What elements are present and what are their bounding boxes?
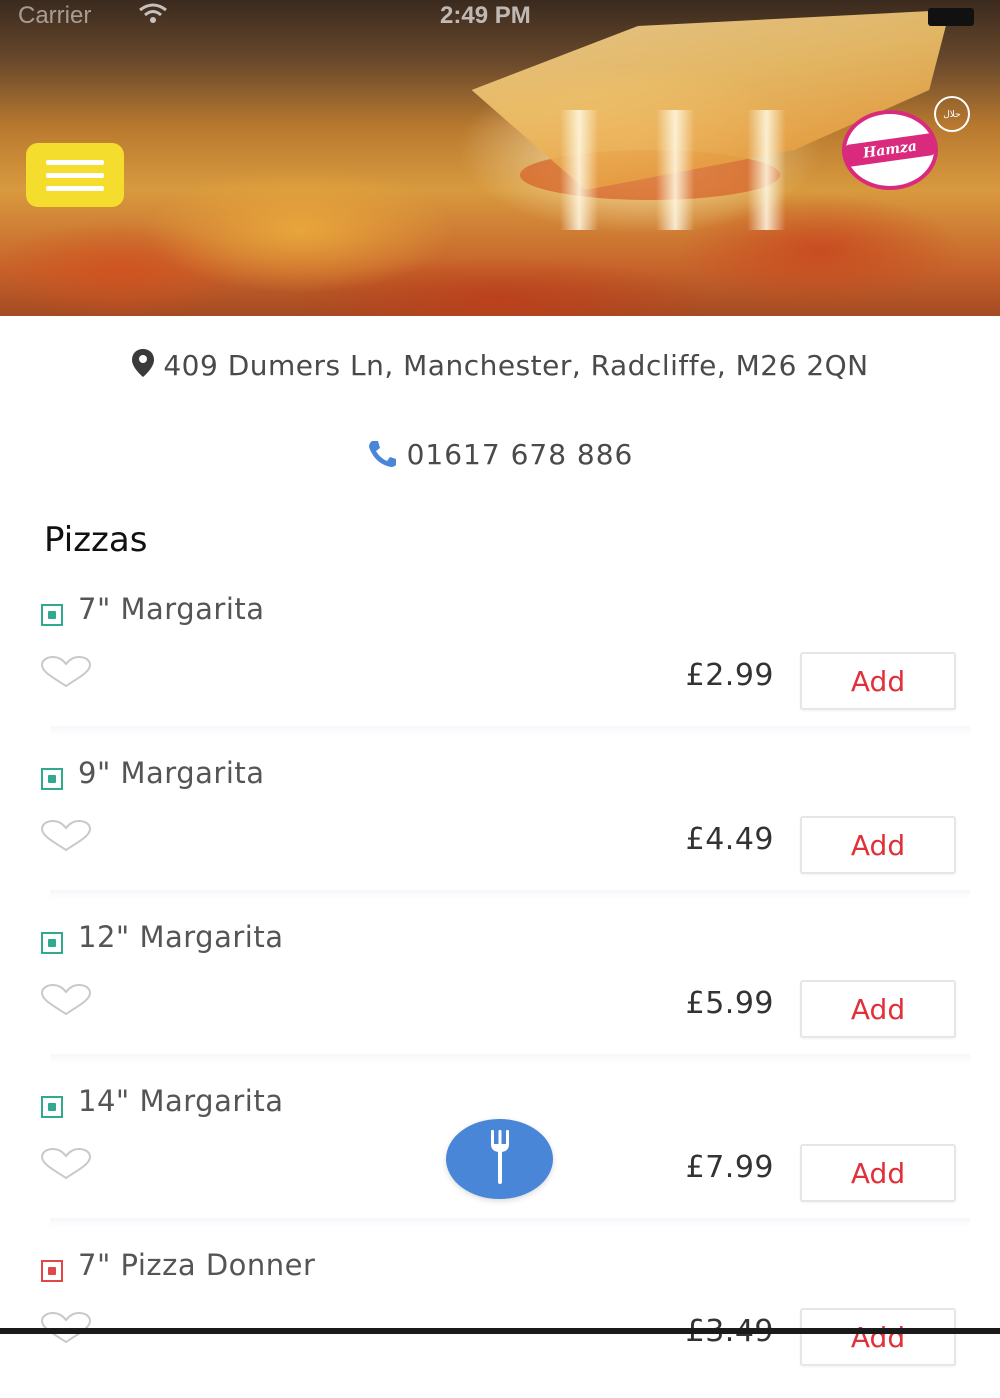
hero-banner: Carrier 2:49 PM Hamza حلال xyxy=(0,0,1000,316)
phone-icon xyxy=(367,439,397,474)
logo-text: Hamza xyxy=(844,132,936,168)
phone-number: 01617 678 886 xyxy=(406,438,634,471)
fork-icon xyxy=(490,1128,510,1190)
section-title: Pizzas xyxy=(44,520,148,560)
heart-outline-icon[interactable] xyxy=(40,1147,92,1184)
item-name: 14" Margarita xyxy=(78,1084,284,1118)
divider xyxy=(50,1218,970,1228)
divider xyxy=(50,890,970,900)
wifi-icon xyxy=(138,2,168,31)
veg-indicator-icon xyxy=(41,604,63,626)
heart-outline-icon[interactable] xyxy=(40,983,92,1020)
halal-badge-icon: حلال xyxy=(934,96,970,132)
status-time: 2:49 PM xyxy=(440,2,531,29)
menu-fab-button[interactable] xyxy=(446,1119,553,1199)
menu-item: 7" Margarita £2.99 Add xyxy=(0,578,1000,742)
hamburger-icon xyxy=(46,160,104,165)
item-price: £7.99 xyxy=(685,1150,774,1185)
location-pin-icon xyxy=(131,348,155,385)
carrier-label: Carrier xyxy=(18,2,92,29)
battery-icon xyxy=(928,8,974,26)
heart-outline-icon[interactable] xyxy=(40,655,92,692)
item-price: £5.99 xyxy=(685,986,774,1021)
item-name: 7" Margarita xyxy=(78,592,265,626)
menu-item: 7" Pizza Donner £3.49 Add xyxy=(0,1234,1000,1398)
address-text: 409 Dumers Ln, Manchester, Radcliffe, M2… xyxy=(163,349,869,382)
divider xyxy=(50,726,970,736)
veg-indicator-icon xyxy=(41,768,63,790)
restaurant-phone[interactable]: 01617 678 886 xyxy=(0,438,1000,474)
restaurant-logo: Hamza xyxy=(842,110,938,190)
hamburger-icon xyxy=(46,186,104,191)
hamburger-icon xyxy=(46,173,104,178)
divider xyxy=(50,1054,970,1064)
bottom-edge xyxy=(0,1328,1000,1334)
restaurant-address: 409 Dumers Ln, Manchester, Radcliffe, M2… xyxy=(0,348,1000,385)
add-button[interactable]: Add xyxy=(800,816,956,874)
item-name: 9" Margarita xyxy=(78,756,265,790)
item-price: £4.49 xyxy=(685,822,774,857)
add-button[interactable]: Add xyxy=(800,652,956,710)
menu-item: 9" Margarita £4.49 Add xyxy=(0,742,1000,906)
hero-cheese-strings xyxy=(560,110,800,230)
veg-indicator-icon xyxy=(41,932,63,954)
item-name: 12" Margarita xyxy=(78,920,284,954)
nonveg-indicator-icon xyxy=(41,1260,63,1282)
hamburger-menu-button[interactable] xyxy=(26,143,124,207)
veg-indicator-icon xyxy=(41,1096,63,1118)
status-bar: Carrier 2:49 PM xyxy=(0,0,1000,34)
item-price: £2.99 xyxy=(685,658,774,693)
heart-outline-icon[interactable] xyxy=(40,819,92,856)
add-button[interactable]: Add xyxy=(800,1144,956,1202)
add-button[interactable]: Add xyxy=(800,1308,956,1366)
item-name: 7" Pizza Donner xyxy=(78,1248,316,1282)
menu-item: 12" Margarita £5.99 Add xyxy=(0,906,1000,1070)
add-button[interactable]: Add xyxy=(800,980,956,1038)
